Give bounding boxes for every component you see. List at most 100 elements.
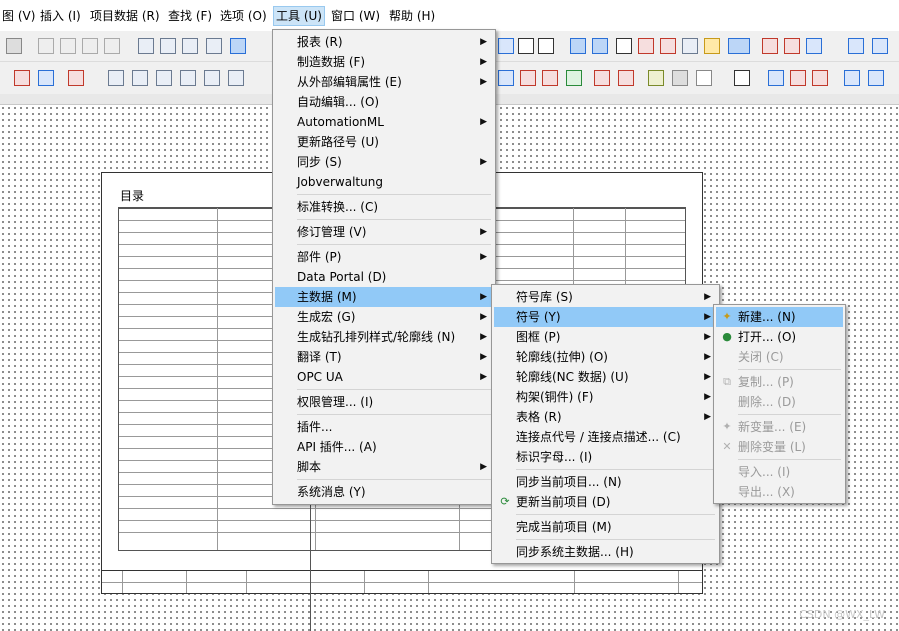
menu-item-system-messages[interactable]: 系统消息 (Y) xyxy=(275,482,493,502)
menu-item-data-portal[interactable]: Data Portal (D) xyxy=(275,267,493,287)
undo-list-icon[interactable] xyxy=(60,38,76,54)
frame-select-icon[interactable] xyxy=(872,38,888,54)
grid-table-icon[interactable] xyxy=(206,38,222,54)
magnet-icon[interactable] xyxy=(638,38,654,54)
socket-icon[interactable] xyxy=(618,70,634,86)
menu-item-master-data[interactable]: 主数据 (M) ▶ xyxy=(275,287,493,307)
menu-options[interactable]: 选项 (O) xyxy=(218,7,269,25)
page-properties-icon[interactable] xyxy=(160,38,176,54)
busbar-icon[interactable] xyxy=(768,70,784,86)
menu-item-copy-symbol[interactable]: ⧉ 复制... (P) xyxy=(716,372,843,392)
menu-item-sync[interactable]: 同步 (S) ▶ xyxy=(275,152,493,172)
delete-connection-icon[interactable] xyxy=(68,70,84,86)
menu-item-delete-symbol[interactable]: 删除... (D) xyxy=(716,392,843,412)
object-snap-icon[interactable] xyxy=(592,38,608,54)
menu-item-export-symbol[interactable]: 导出... (X) xyxy=(716,482,843,502)
hash-icon[interactable] xyxy=(616,38,632,54)
connect-icon[interactable] xyxy=(38,70,54,86)
move-page-icon[interactable] xyxy=(180,70,196,86)
hatch-icon[interactable] xyxy=(784,38,800,54)
menu-item-delete-variant[interactable]: ✕ 删除变量 (L) xyxy=(716,437,843,457)
menu-insert[interactable]: 插入 (I) xyxy=(38,7,83,25)
zoom-bar-icon[interactable] xyxy=(728,38,750,54)
counter-icon[interactable] xyxy=(704,38,720,54)
menu-item-translate[interactable]: 翻译 (T) ▶ xyxy=(275,347,493,367)
angle-icon[interactable] xyxy=(844,70,860,86)
filter-icon[interactable] xyxy=(806,38,822,54)
new-page-icon[interactable] xyxy=(132,70,148,86)
menu-item-api-addins[interactable]: API 插件... (A) xyxy=(275,437,493,457)
menu-item-outline-extrusion[interactable]: 轮廓线(拉伸) (O) ▶ xyxy=(494,347,717,367)
menu-item-new-variant[interactable]: ✦ 新变量... (E) xyxy=(716,417,843,437)
menu-item-generate-macros[interactable]: 生成宏 (G) ▶ xyxy=(275,307,493,327)
menu-item-drilling-pattern[interactable]: 生成钻孔排列样式/轮廓线 (N) ▶ xyxy=(275,327,493,347)
menu-item-opc-ua[interactable]: OPC UA ▶ xyxy=(275,367,493,387)
connection-cross-icon[interactable] xyxy=(538,38,554,54)
device-icon[interactable] xyxy=(14,70,30,86)
layout-icon[interactable] xyxy=(138,38,154,54)
menu-item-reports[interactable]: 报表 (R) ▶ xyxy=(275,32,493,52)
menu-item-symbols[interactable]: 符号 (Y) ▶ xyxy=(494,307,717,327)
menu-item-connection-point-designation[interactable]: 连接点代号 / 连接点描述... (C) xyxy=(494,427,717,447)
menu-find[interactable]: 查找 (F) xyxy=(166,7,214,25)
page-back-icon[interactable] xyxy=(204,70,220,86)
grid-snap-icon[interactable] xyxy=(570,38,586,54)
menu-project-data[interactable]: 项目数据 (R) xyxy=(88,7,162,25)
menu-item-symbol-libraries[interactable]: 符号库 (S) ▶ xyxy=(494,287,717,307)
interrupt-icon[interactable] xyxy=(812,70,828,86)
flag-icon[interactable] xyxy=(648,70,664,86)
menu-item-frame-copper[interactable]: 构架(铜件) (F) ▶ xyxy=(494,387,717,407)
terminal-a-icon[interactable] xyxy=(498,70,514,86)
menu-item-new-symbol[interactable]: ✦ 新建... (N) xyxy=(716,307,843,327)
menu-item-revision-management[interactable]: 修订管理 (V) ▶ xyxy=(275,222,493,242)
frame-small-icon[interactable] xyxy=(848,38,864,54)
menu-view[interactable]: 图 (V) xyxy=(0,7,37,25)
menu-item-jobverwaltung[interactable]: Jobverwaltung xyxy=(275,172,493,192)
page-forward-icon[interactable] xyxy=(228,70,244,86)
terminal-b-icon[interactable] xyxy=(520,70,536,86)
copy-page-icon[interactable] xyxy=(108,70,124,86)
redo-icon[interactable] xyxy=(82,38,98,54)
menu-item-auto-edit[interactable]: 自动编辑... (O) xyxy=(275,92,493,112)
brush-icon[interactable] xyxy=(6,38,22,54)
menu-item-forms[interactable]: 图框 (P) ▶ xyxy=(494,327,717,347)
menu-item-external-edit[interactable]: 从外部编辑属性 (E) ▶ xyxy=(275,72,493,92)
menu-tools[interactable]: 工具 (U) xyxy=(273,6,325,26)
menu-help[interactable]: 帮助 (H) xyxy=(387,7,437,25)
redo-list-icon[interactable] xyxy=(104,38,120,54)
menu-item-sync-system-master-data[interactable]: 同步系统主数据... (H) xyxy=(494,542,717,562)
cable-icon[interactable] xyxy=(566,70,582,86)
menu-item-tables[interactable]: 表格 (R) ▶ xyxy=(494,407,717,427)
menu-item-complete-current-project[interactable]: 完成当前项目 (M) xyxy=(494,517,717,537)
ground-icon[interactable] xyxy=(734,70,750,86)
check-page-icon[interactable] xyxy=(182,38,198,54)
menu-item-identifying-letters[interactable]: 标识字母... (I) xyxy=(494,447,717,467)
menu-item-parts[interactable]: 部件 (P) ▶ xyxy=(275,247,493,267)
page-plus-icon[interactable] xyxy=(156,70,172,86)
menu-item-standard-conversion[interactable]: 标准转换... (C) xyxy=(275,197,493,217)
menu-item-close-symbol[interactable]: 关闭 (C) xyxy=(716,347,843,367)
menu-item-open-symbol[interactable]: ● 打开... (O) xyxy=(716,327,843,347)
menu-item-manufacturing-data[interactable]: 制造数据 (F) ▶ xyxy=(275,52,493,72)
menu-item-update-current-project[interactable]: ⟳ 更新当前项目 (D) xyxy=(494,492,717,512)
connection-h-icon[interactable] xyxy=(498,38,514,54)
menu-item-automationml[interactable]: AutomationML ▶ xyxy=(275,112,493,132)
menu-item-addins[interactable]: 插件... xyxy=(275,417,493,437)
structure-box-icon[interactable] xyxy=(696,70,712,86)
menu-window[interactable]: 窗口 (W) xyxy=(329,7,382,25)
ruler-icon[interactable] xyxy=(682,38,698,54)
menu-item-import-symbol[interactable]: 导入... (I) xyxy=(716,462,843,482)
link-icon[interactable] xyxy=(660,38,676,54)
bridge-icon[interactable] xyxy=(790,70,806,86)
hatch-area-icon[interactable] xyxy=(672,70,688,86)
menu-item-sync-current-project[interactable]: 同步当前项目... (N) xyxy=(494,472,717,492)
plug-icon[interactable] xyxy=(594,70,610,86)
menu-item-outline-nc-data[interactable]: 轮廓线(NC 数据) (U) ▶ xyxy=(494,367,717,387)
menu-item-scripts[interactable]: 脚本 ▶ xyxy=(275,457,493,477)
terminal-c-icon[interactable] xyxy=(542,70,558,86)
screen-view-icon[interactable] xyxy=(230,38,246,54)
lines-icon[interactable] xyxy=(762,38,778,54)
menu-item-rights-management[interactable]: 权限管理... (I) xyxy=(275,392,493,412)
undo-icon[interactable] xyxy=(38,38,54,54)
connection-t-icon[interactable] xyxy=(518,38,534,54)
